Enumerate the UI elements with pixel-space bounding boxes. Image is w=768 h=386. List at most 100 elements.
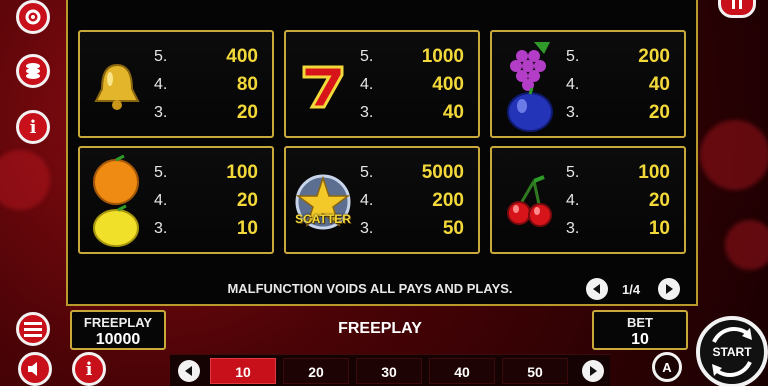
match-count: 4.	[566, 192, 580, 209]
payout-value: 200	[638, 46, 670, 67]
bet-decrease-button[interactable]	[178, 360, 200, 382]
bet-option-40[interactable]: 40	[429, 358, 495, 384]
bokeh-light	[700, 120, 768, 190]
paytable-card-seven: 5. 1000 4. 400 3. 40	[284, 30, 480, 138]
symbol-icon-area	[86, 154, 148, 250]
paytable-card-cherries: 5. 100 4. 20 3. 10	[490, 146, 686, 254]
bet-option-10[interactable]: 10	[210, 358, 276, 384]
bet-increase-button[interactable]	[582, 360, 604, 382]
pay-row: 3. 40	[360, 100, 476, 126]
arrow-right-icon	[590, 366, 597, 376]
arrow-left-icon	[593, 284, 600, 294]
match-count: 3.	[566, 220, 580, 237]
sound-button[interactable]	[18, 352, 52, 386]
settings-button[interactable]	[16, 0, 50, 34]
bet-value: 10	[631, 331, 649, 348]
coins-button[interactable]	[16, 54, 50, 88]
pay-row: 5. 100	[566, 160, 682, 186]
match-count: 5.	[154, 48, 168, 65]
pay-row: 4. 20	[566, 188, 682, 214]
info-icon: i	[29, 116, 37, 138]
payout-value: 40	[442, 102, 464, 123]
pay-row: 4. 80	[154, 72, 270, 98]
payout-value: 80	[236, 74, 258, 95]
pay-row: 5. 5000	[360, 160, 476, 186]
autoplay-button[interactable]: A	[652, 352, 682, 382]
next-page-button[interactable]	[658, 278, 680, 300]
payout-value: 20	[236, 102, 258, 123]
match-count: 5.	[360, 164, 374, 181]
bet-box: BET 10	[592, 310, 688, 350]
payout-value: 20	[648, 190, 670, 211]
match-count: 4.	[154, 192, 168, 209]
freeplay-mode-label: FREEPLAY	[338, 320, 422, 337]
pause-icon	[732, 0, 742, 9]
menu-button[interactable]	[16, 312, 50, 346]
match-count: 4.	[360, 192, 374, 209]
match-count: 3.	[566, 104, 580, 121]
payout-value: 400	[226, 46, 258, 67]
menu-icon	[24, 322, 42, 337]
start-button[interactable]: START	[696, 316, 768, 386]
match-count: 4.	[154, 76, 168, 93]
pay-row: 5. 1000	[360, 44, 476, 70]
pay-row: 3. 20	[154, 100, 270, 126]
symbol-icon-area	[292, 38, 354, 134]
cherries-icon	[507, 175, 552, 227]
match-count: 3.	[360, 220, 374, 237]
paytable-card-bell: 5. 400 4. 80 3. 20	[78, 30, 274, 138]
gear-icon	[25, 9, 41, 25]
bet-option-50[interactable]: 50	[502, 358, 568, 384]
payout-value: 20	[236, 190, 258, 211]
match-count: 3.	[154, 104, 168, 121]
match-count: 5.	[154, 164, 168, 181]
pay-row: 3. 10	[566, 216, 682, 242]
bet-option-20[interactable]: 20	[283, 358, 349, 384]
symbol-icon-area	[498, 38, 560, 134]
pay-row: 5. 400	[154, 44, 270, 70]
scatter-label: SCATTER	[295, 212, 351, 226]
arrow-right-icon	[666, 284, 673, 294]
payout-value: 20	[648, 102, 670, 123]
pay-row: 3. 20	[566, 100, 682, 126]
freeplay-balance-label: FREEPLAY	[83, 315, 153, 330]
orange-lemon-icon	[93, 154, 139, 247]
info-button[interactable]: i	[16, 110, 50, 144]
bokeh-light	[0, 150, 50, 210]
info-icon: i	[85, 358, 93, 380]
match-count: 3.	[154, 220, 168, 237]
freeplay-balance-value: 10000	[95, 331, 141, 348]
freeplay-balance-box: FREEPLAY 10000	[70, 310, 166, 350]
prev-page-button[interactable]	[586, 278, 608, 300]
pause-button[interactable]	[718, 0, 756, 18]
paytable-card-orange-lemon: 5. 100 4. 20 3. 10	[78, 146, 274, 254]
payout-value: 40	[648, 74, 670, 95]
bet-option-30[interactable]: 30	[356, 358, 422, 384]
speaker-icon	[28, 362, 37, 376]
info-button-bottom[interactable]: i	[72, 352, 106, 386]
malfunction-notice: MALFUNCTION VOIDS ALL PAYS AND PLAYS.	[227, 281, 513, 296]
pay-row: 4. 200	[360, 188, 476, 214]
autoplay-icon: A	[662, 359, 672, 375]
seven-icon	[302, 65, 344, 109]
paytable-card-grapes-plum: 5. 200 4. 40 3. 20	[490, 30, 686, 138]
payout-value: 10	[236, 218, 258, 239]
payout-value: 400	[432, 74, 464, 95]
paytable-card-scatter: SCATTER 5. 5000 4. 200 3. 50	[284, 146, 480, 254]
payout-value: 100	[638, 162, 670, 183]
page-indicator: 1/4	[622, 282, 641, 297]
match-count: 5.	[566, 164, 580, 181]
match-count: 4.	[566, 76, 580, 93]
coins-icon	[26, 63, 40, 79]
symbol-icon-area	[86, 38, 148, 134]
pay-row: 5. 100	[154, 160, 270, 186]
payout-value: 5000	[421, 162, 464, 183]
symbol-icon-area: SCATTER	[292, 154, 354, 250]
bet-label: BET	[627, 315, 653, 330]
grapes-plum-icon	[507, 42, 553, 132]
payout-value: 100	[226, 162, 258, 183]
match-count: 5.	[566, 48, 580, 65]
payout-value: 10	[648, 218, 670, 239]
payout-value: 50	[442, 218, 464, 239]
pay-row: 4. 400	[360, 72, 476, 98]
